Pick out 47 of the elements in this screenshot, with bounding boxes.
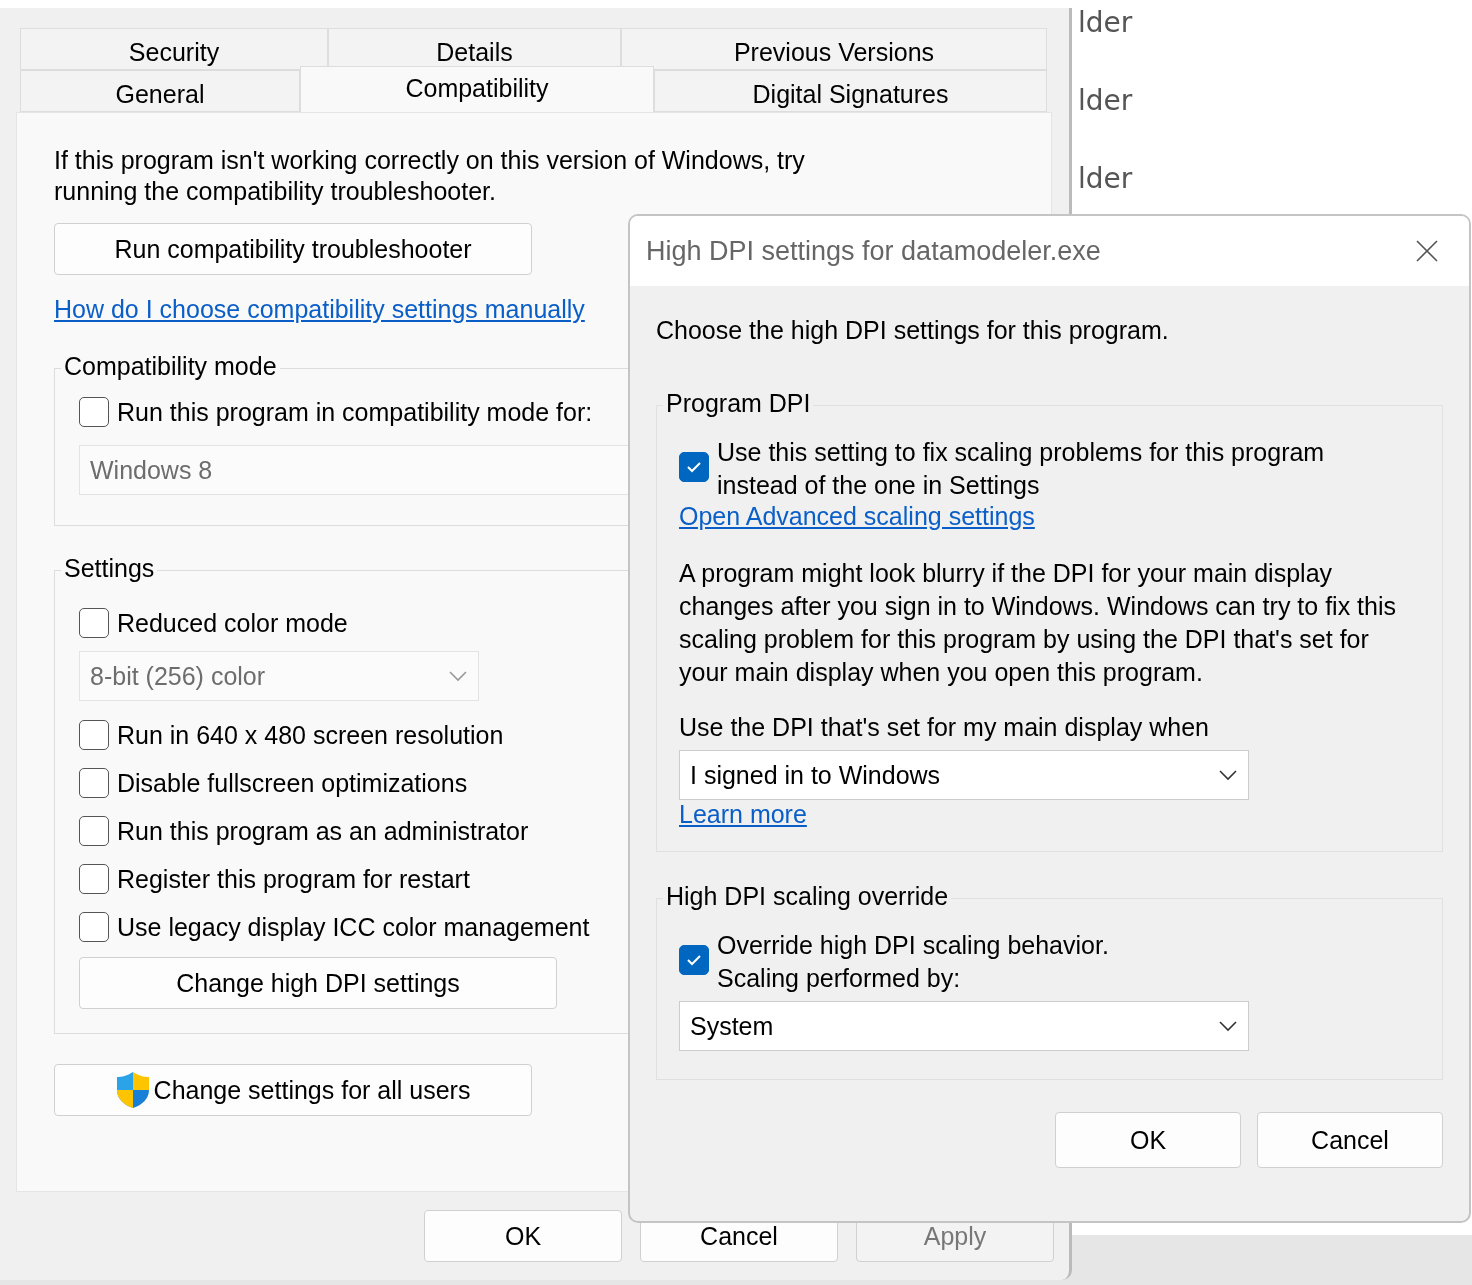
dropdown-label: Use the DPI that's set for my main display when — [679, 713, 1209, 742]
all-users-button[interactable]: Change settings for all users — [54, 1064, 532, 1116]
learn-more-link[interactable]: Learn more — [679, 800, 807, 829]
file-name-text: lder — [1078, 6, 1133, 39]
scaling-dropdown[interactable]: System — [679, 1001, 1249, 1051]
intro-text: If this program isn't working correctly on this version of Windows, try running the compatibility troubleshooter. — [54, 145, 806, 207]
chevron-down-icon — [1218, 1020, 1238, 1032]
checkbox[interactable] — [79, 608, 109, 638]
tab[interactable]: General — [20, 70, 300, 112]
checkbox[interactable] — [79, 397, 109, 427]
troubleshooter-button[interactable]: Run compatibility troubleshooter — [54, 223, 532, 275]
checkbox[interactable] — [79, 768, 109, 798]
dpi-dropdown[interactable]: I signed in to Windows — [679, 750, 1249, 800]
help-link[interactable]: How do I choose compatibility settings manually — [54, 295, 585, 324]
tab[interactable]: Digital Signatures — [654, 70, 1047, 112]
checkbox[interactable] — [79, 912, 109, 942]
checkbox-label: Disable fullscreen optimizations — [117, 768, 468, 798]
checkbox-label: Run in 640 x 480 screen resolution — [117, 720, 504, 750]
dialog-button[interactable]: OK — [1055, 1112, 1241, 1168]
checkbox[interactable] — [679, 452, 709, 482]
chevron-down-icon — [448, 670, 468, 682]
checkbox-label: Override high DPI scaling behavior. Scaling performed by: — [717, 930, 1110, 994]
checkbox-label: Run this program as an administrator — [117, 816, 529, 846]
dialog-button[interactable]: Cancel — [1257, 1112, 1443, 1168]
dialog-button[interactable]: OK — [424, 1210, 622, 1262]
tab[interactable]: Compatibility — [300, 66, 654, 112]
file-name-text: lder — [1078, 84, 1133, 117]
description-text: A program might look blurry if the DPI for your main display changes after you sign in to Windows. Windows can try to fix this scaling problem for this program by using the DPI that's set for your main display when you open this program. — [679, 558, 1397, 688]
file-name-text: lder — [1078, 162, 1133, 195]
tab[interactable]: Security — [20, 28, 328, 70]
checkbox[interactable] — [679, 945, 709, 975]
checkbox[interactable] — [79, 864, 109, 894]
change-dpi-button[interactable]: Change high DPI settings — [79, 957, 557, 1009]
checkbox-label: Reduced color mode — [117, 608, 348, 638]
prompt-text: Choose the high DPI settings for this program. — [656, 316, 1170, 345]
checkbox-label: Register this program for restart — [117, 864, 470, 894]
checkbox-label: Run this program in compatibility mode for: — [117, 397, 593, 427]
checkbox-label: Use this setting to fix scaling problems for this program instead of the one in Settings — [717, 437, 1326, 501]
checkbox-label: Use legacy display ICC color management — [117, 912, 590, 942]
chevron-down-icon — [1218, 769, 1238, 781]
window-title: High DPI settings for datamodeler.exe — [646, 235, 1101, 267]
scaling-settings-link[interactable]: Open Advanced scaling settings — [679, 502, 1035, 531]
checkbox[interactable] — [79, 720, 109, 750]
tab[interactable]: Previous Versions — [621, 28, 1047, 70]
close-icon[interactable] — [1415, 239, 1439, 263]
checkbox[interactable] — [79, 816, 109, 846]
shield-icon — [115, 1071, 150, 1109]
